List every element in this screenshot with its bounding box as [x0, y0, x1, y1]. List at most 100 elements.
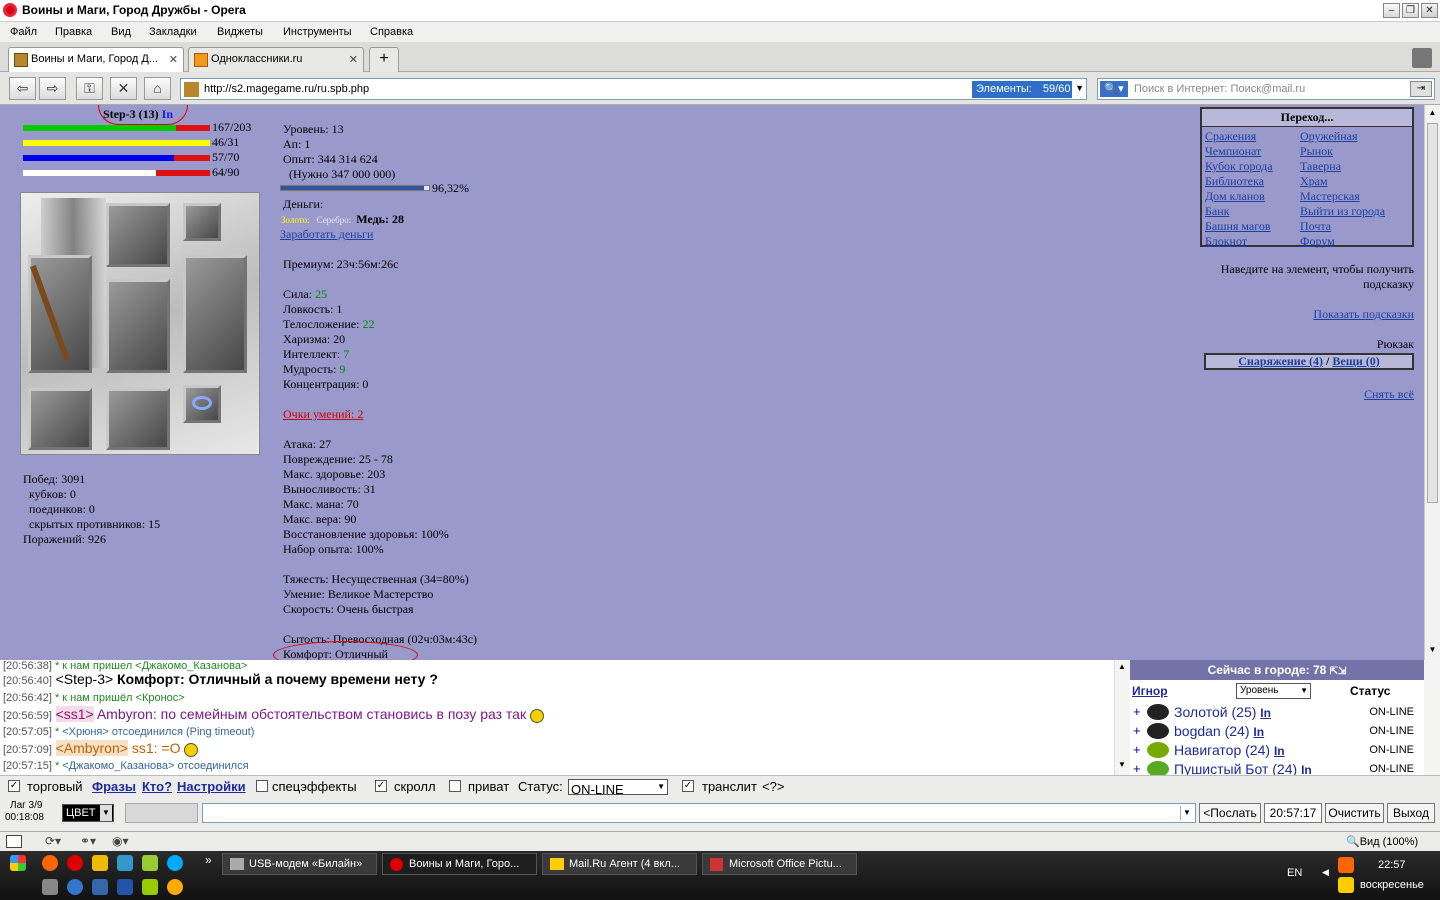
language-indicator[interactable]: EN	[1287, 867, 1302, 879]
slot-helmet[interactable]	[106, 203, 170, 267]
start-icon[interactable]	[10, 855, 26, 871]
nav-link[interactable]: Библиотека	[1205, 174, 1273, 189]
scroll-up-icon[interactable]: ▲	[1118, 662, 1126, 671]
earn-money-link[interactable]: Заработать деньги	[280, 227, 373, 242]
remove-all-link[interactable]: Снять всё	[1350, 387, 1414, 402]
gear-link[interactable]: Снаряжение (4)	[1238, 354, 1323, 368]
nav-link[interactable]: Почта	[1300, 219, 1385, 234]
scroll-down-icon[interactable]: ▼	[1427, 645, 1438, 656]
who-link[interactable]: Кто?	[142, 779, 172, 794]
slot-ring[interactable]	[183, 385, 221, 423]
stop-button[interactable]: ✕	[110, 77, 137, 100]
word-icon[interactable]	[117, 879, 133, 895]
trash-icon[interactable]	[1412, 48, 1432, 68]
sync-icon[interactable]: ⟳▾	[45, 834, 61, 848]
eject-icon[interactable]	[42, 879, 58, 895]
online-user-row[interactable]: + Золотой (25) In ON-LINE	[1130, 704, 1424, 723]
online-scrollbar[interactable]	[1424, 660, 1440, 775]
sort-select[interactable]: Уровень ▼	[1236, 683, 1311, 699]
search-go-icon[interactable]: ⇥	[1410, 81, 1432, 97]
show-hints-link[interactable]: Показать подсказки	[1296, 307, 1414, 322]
nav-link[interactable]: Таверна	[1300, 159, 1385, 174]
slot-boots[interactable]	[106, 388, 170, 450]
menu-view[interactable]: Вид	[111, 26, 131, 38]
nav-link[interactable]: Банк	[1205, 204, 1273, 219]
home-button[interactable]: ⌂	[144, 77, 171, 100]
zoom-control[interactable]: 🔍Вид (100%)	[1346, 835, 1418, 848]
desktop-icon[interactable]	[117, 855, 133, 871]
back-button[interactable]: ⇦	[9, 77, 36, 100]
expand-icon[interactable]: +	[1133, 723, 1141, 738]
nav-link[interactable]: Форум	[1300, 234, 1385, 249]
scroll-up-icon[interactable]: ▲	[1427, 108, 1438, 119]
url-field[interactable]: http://s2.magegame.ru/ru.spb.php Элемент…	[180, 78, 1087, 100]
close-button[interactable]: ✕	[1421, 3, 1438, 18]
nav-link[interactable]: Сражения	[1205, 129, 1273, 144]
url-dropdown-icon[interactable]: ▼	[1075, 83, 1084, 93]
menu-tools[interactable]: Инструменты	[283, 26, 352, 38]
avast-icon[interactable]	[167, 879, 183, 895]
chat-message-input[interactable]: ▼	[202, 803, 1196, 823]
nav-link[interactable]: Блокнот	[1205, 234, 1273, 249]
chat-nick[interactable]: <ss1>	[55, 706, 94, 722]
winamp-icon[interactable]	[92, 855, 108, 871]
tray-media-icon[interactable]	[1338, 857, 1354, 873]
expand-icon[interactable]: +	[1133, 761, 1141, 776]
clear-button[interactable]: Очистить	[1325, 803, 1384, 823]
search-engine-icon[interactable]: 🔍▾	[1100, 81, 1128, 97]
forward-button[interactable]: ⇨	[39, 77, 66, 100]
slot-gloves[interactable]	[28, 388, 92, 450]
menu-file[interactable]: Файл	[10, 26, 37, 38]
send-button[interactable]: <Послать	[1199, 803, 1261, 823]
tray-agent-icon[interactable]	[1338, 877, 1354, 893]
slot-amulet[interactable]	[183, 203, 221, 241]
nav-link[interactable]: Храм	[1300, 174, 1385, 189]
trade-checkbox[interactable]: ✓	[8, 780, 20, 792]
nav-link[interactable]: Дом кланов	[1205, 189, 1273, 204]
translit-checkbox[interactable]: ✓	[682, 780, 694, 792]
menu-bookmarks[interactable]: Закладки	[149, 26, 197, 38]
private-checkbox[interactable]	[449, 780, 461, 792]
settings-link[interactable]: Настройки	[177, 779, 246, 794]
phrases-link[interactable]: Фразы	[92, 779, 136, 794]
minimize-button[interactable]: –	[1383, 3, 1400, 18]
tab-close-icon[interactable]: ✕	[169, 53, 178, 66]
nav-link[interactable]: Выйти из города	[1300, 204, 1385, 219]
color-select[interactable]: ЦВЕТ ▼	[62, 804, 114, 822]
status-select[interactable]: ON-LINE ▼	[568, 779, 668, 797]
translit-help-link[interactable]: <?>	[762, 779, 784, 794]
network-icon[interactable]	[92, 879, 108, 895]
panel-toggle-icon[interactable]	[6, 835, 22, 848]
nav-link[interactable]: Кубок города	[1205, 159, 1273, 174]
slot-armor[interactable]	[106, 279, 170, 373]
page-scrollbar[interactable]: ▲ ▼	[1424, 105, 1440, 660]
ignore-link[interactable]: Игнор	[1132, 684, 1168, 698]
nav-link[interactable]: Оружейная	[1300, 129, 1385, 144]
turbo-icon[interactable]: ◉▾	[112, 834, 129, 848]
exit-button[interactable]: Выход	[1387, 803, 1435, 823]
tab-magegame[interactable]: Воины и Маги, Город Д... ✕	[8, 47, 184, 72]
nav-link[interactable]: Чемпионат	[1205, 144, 1273, 159]
online-user-row[interactable]: + bogdan (24) In ON-LINE	[1130, 723, 1424, 742]
tray-expand-icon[interactable]: ◀	[1322, 867, 1329, 878]
opera-icon[interactable]	[67, 855, 83, 871]
slot-weapon[interactable]	[28, 255, 92, 373]
task-office-picture[interactable]: Microsoft Office Pictu...	[702, 853, 857, 875]
nav-link[interactable]: Рынок	[1300, 144, 1385, 159]
elements-indicator[interactable]: Элементы: 59/60	[972, 81, 1072, 98]
mail-at-icon[interactable]	[42, 855, 58, 871]
maximize-button[interactable]: ❐	[1402, 3, 1419, 18]
task-opera[interactable]: Воины и Маги, Горо...	[382, 853, 537, 875]
dreamweaver-icon[interactable]	[142, 855, 158, 871]
expand-icon[interactable]: +	[1133, 742, 1141, 757]
menu-help[interactable]: Справка	[370, 26, 413, 38]
menu-edit[interactable]: Правка	[55, 26, 92, 38]
nav-link[interactable]: Мастерская	[1300, 189, 1385, 204]
items-link[interactable]: Вещи (0)	[1332, 354, 1379, 368]
wand-button[interactable]: ⚿	[76, 77, 103, 100]
ie-icon[interactable]	[67, 879, 83, 895]
menu-widgets[interactable]: Виджеты	[217, 26, 263, 38]
effects-checkbox[interactable]	[256, 780, 268, 792]
slot-shield[interactable]	[183, 255, 247, 373]
nav-link[interactable]: Башня магов	[1205, 219, 1273, 234]
